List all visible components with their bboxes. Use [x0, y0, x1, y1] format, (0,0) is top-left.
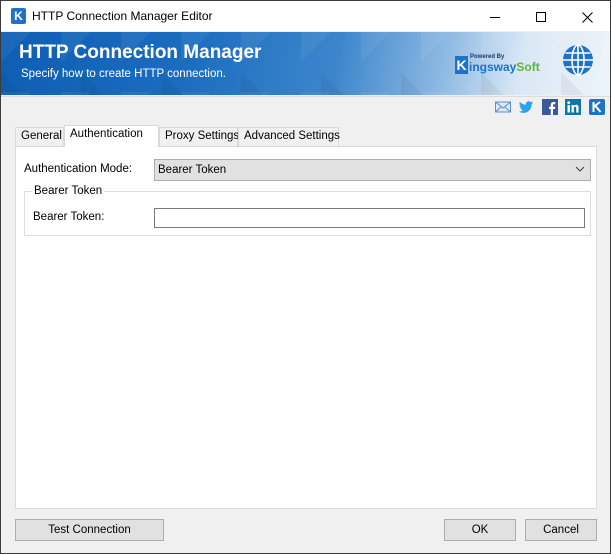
- app-icon: K: [11, 8, 26, 24]
- maximize-icon: [536, 12, 546, 23]
- twitter-icon[interactable]: [518, 99, 534, 115]
- dialog-window: K HTTP Connection Manager Editor HTTP Co…: [0, 0, 611, 554]
- facebook-icon[interactable]: [542, 99, 558, 115]
- email-icon[interactable]: [495, 99, 511, 115]
- tab-proxy-settings[interactable]: Proxy Settings: [159, 127, 239, 146]
- kingswaysoft-icon[interactable]: [589, 99, 605, 115]
- title-bar: K HTTP Connection Manager Editor: [1, 1, 610, 31]
- cancel-button[interactable]: Cancel: [525, 519, 597, 541]
- banner-title: HTTP Connection Manager: [19, 42, 262, 63]
- test-connection-button[interactable]: Test Connection: [15, 519, 164, 541]
- globe-icon[interactable]: [562, 44, 594, 76]
- minimize-button[interactable]: [472, 1, 518, 31]
- authentication-mode-value: Bearer Token: [158, 164, 227, 176]
- bearer-token-input[interactable]: [154, 208, 585, 228]
- banner-subtitle: Specify how to create HTTP connection.: [21, 68, 226, 80]
- close-icon: [581, 11, 593, 23]
- maximize-button[interactable]: [518, 1, 564, 31]
- brand-name: ingswaySoft: [469, 60, 540, 74]
- ok-button[interactable]: OK: [444, 519, 516, 541]
- bearer-token-group-title: Bearer Token: [32, 185, 105, 197]
- chevron-down-icon: [575, 166, 585, 172]
- authentication-mode-label: Authentication Mode:: [24, 163, 133, 175]
- minimize-icon: [490, 16, 500, 18]
- authentication-panel: Authentication Mode: Bearer Token Bearer…: [15, 146, 597, 509]
- banner-divider: [1, 96, 610, 97]
- window-title: HTTP Connection Manager Editor: [32, 9, 213, 23]
- linkedin-icon[interactable]: [565, 99, 581, 115]
- authentication-mode-select[interactable]: Bearer Token: [154, 159, 591, 181]
- tab-authentication[interactable]: Authentication: [64, 125, 159, 147]
- bearer-token-group: Bearer Token Bearer Token:: [24, 185, 591, 236]
- close-button[interactable]: [564, 1, 610, 31]
- brand-k-icon: K: [455, 56, 468, 74]
- tab-general[interactable]: General: [15, 127, 64, 146]
- tab-advanced-settings[interactable]: Advanced Settings: [238, 127, 340, 146]
- bearer-token-label: Bearer Token:: [33, 211, 105, 223]
- header-banner: HTTP Connection Manager Specify how to c…: [1, 32, 610, 95]
